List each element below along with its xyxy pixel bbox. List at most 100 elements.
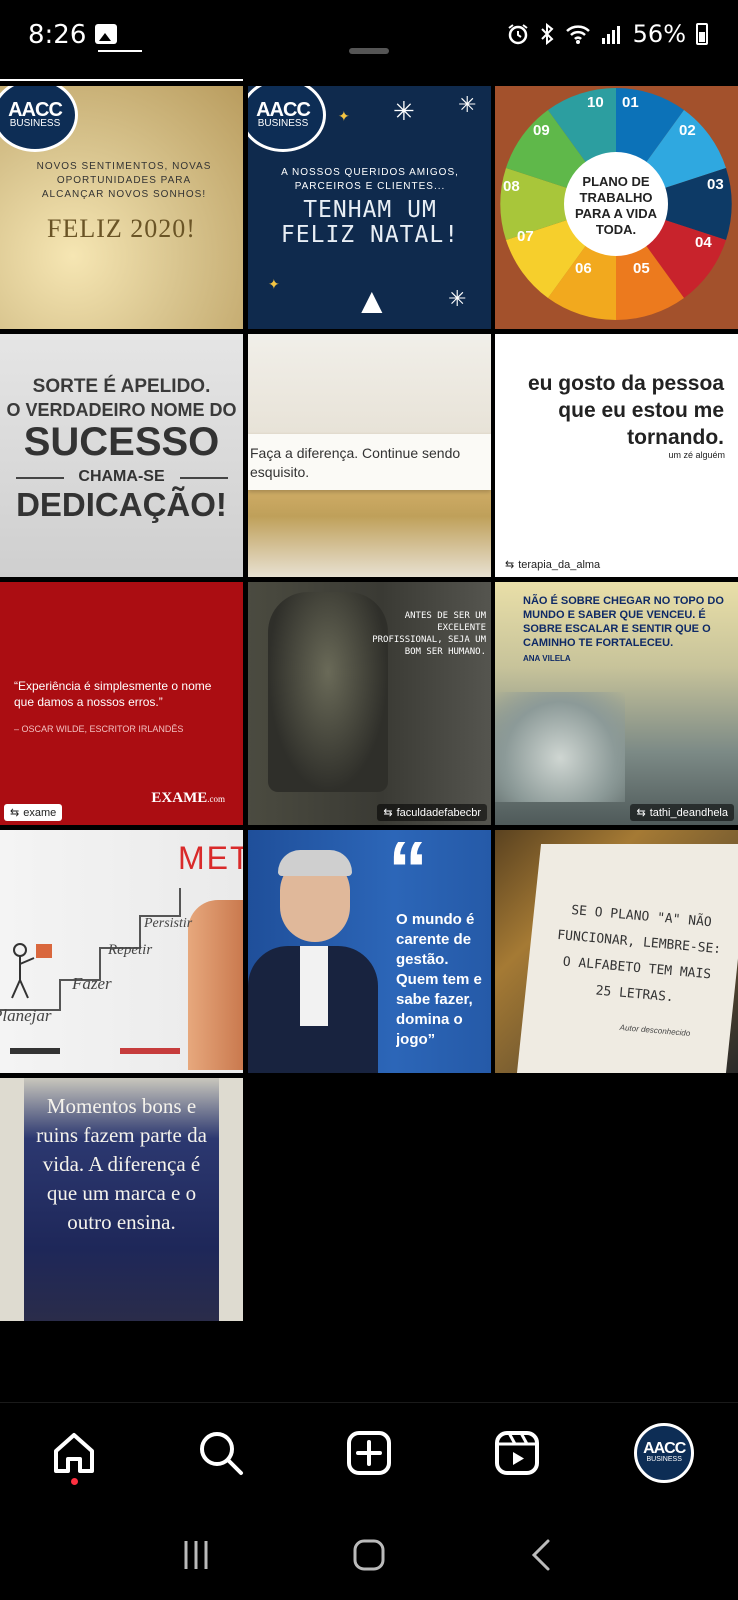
status-time: 8:26: [28, 20, 87, 50]
bluetooth-icon: [540, 23, 554, 45]
reels-icon: [494, 1430, 539, 1475]
post-line: O VERDADEIRO NOME DO: [6, 400, 237, 420]
posts-tab-indicator: [0, 79, 243, 81]
post-se-o-plano-a[interactable]: SE O PLANO "A" NÃO FUNCIONAR, LEMBRE-SE:…: [495, 830, 738, 1073]
recent-apps-icon[interactable]: [178, 1537, 214, 1573]
post-eu-gosto-da-pessoa[interactable]: eu gosto da pessoa que eu estou me torna…: [495, 334, 738, 577]
search-icon: [200, 1431, 244, 1475]
hand-photo: [188, 900, 243, 1070]
brand-logo: EXAME.com: [151, 790, 225, 806]
divider: [180, 477, 228, 479]
step-label: Fazer: [72, 974, 112, 993]
status-bar: 8:26 56%: [0, 0, 738, 72]
wheel-number: 03: [707, 176, 724, 193]
battery-percent: 56%: [632, 20, 686, 48]
post-text: Momentos bons e ruins fazem parte da vid…: [36, 1094, 207, 1234]
repost-tag: ⇆ terapia_da_alma: [499, 556, 607, 573]
sneaker-photo: [495, 692, 625, 802]
post-headline: TENHAM UM FELIZ NATAL!: [280, 197, 460, 248]
post-line: DEDICAÇÃO!: [16, 486, 227, 523]
step-label: Repetir: [108, 942, 153, 958]
post-sorte-e-apelido[interactable]: SORTE É APELIDO. O VERDADEIRO NOME DO SU…: [0, 334, 243, 577]
repost-icon: ⇆: [505, 559, 515, 571]
wifi-icon: [565, 25, 590, 44]
post-o-mundo-e-carente[interactable]: “ O mundo é carente de gestão. Quem tem …: [248, 830, 491, 1073]
nav-reels[interactable]: [487, 1423, 547, 1483]
star-icon: ✦: [338, 108, 350, 124]
post-experiencia[interactable]: “Experiência é simplesmente o nome que d…: [0, 582, 243, 825]
alarm-icon: [508, 24, 528, 45]
post-meta-stairs[interactable]: MET Planejar Fazer Repetir Persistir: [0, 830, 243, 1073]
post-plano-de-trabalho[interactable]: PLANO DE TRABALHO PARA A VIDA TODA. 01 0…: [495, 86, 738, 329]
nav-search[interactable]: [191, 1423, 251, 1483]
post-signature: um zé alguém: [668, 450, 725, 460]
wheel-number: 10: [587, 94, 604, 111]
christmas-tree-icon: ▲: [354, 280, 390, 321]
wheel-number: 01: [622, 94, 639, 111]
post-text: A NOSSOS QUERIDOS AMIGOS, PARCEIROS E CL…: [281, 167, 459, 192]
wheel-number: 04: [695, 234, 712, 251]
post-antes-de-ser[interactable]: ANTES DE SER UM EXCELENTE PROFISSIONAL, …: [248, 582, 491, 825]
wheel-number: 06: [575, 260, 592, 277]
post-feliz-natal[interactable]: AACC BUSINESS ✳ ✳ ✦ A NOSSOS QUERIDOS AM…: [248, 86, 491, 329]
post-text: Faça a diferença. Continue sendo esquisi…: [250, 445, 461, 480]
wheel-number: 07: [517, 228, 534, 245]
nav-profile[interactable]: AACC BUSINESS: [634, 1422, 695, 1483]
system-nav: [0, 1510, 738, 1600]
status-indicator-line: [98, 50, 142, 52]
side-border-left: [0, 1078, 24, 1321]
post-text: SE O PLANO "A" NÃO FUNCIONAR, LEMBRE-SE:…: [556, 903, 722, 1006]
wheel-number: 05: [633, 260, 650, 277]
repost-tag: ⇆ tathi_deandhela: [630, 804, 734, 821]
post-faca-a-diferenca[interactable]: Faça a diferença. Continue sendo esquisi…: [248, 334, 491, 577]
repost-icon: ⇆: [636, 807, 646, 819]
drag-handle: [349, 48, 389, 54]
notification-dot: [70, 1477, 78, 1485]
battery-icon: [696, 23, 708, 45]
star-icon: ✳: [393, 96, 415, 126]
step-label: Planejar: [0, 1006, 52, 1025]
gallery-icon: [95, 24, 117, 44]
wheel-center-text: PLANO DE TRABALHO PARA A VIDA TODA.: [574, 174, 658, 237]
aacc-logo: AACC BUSINESS: [0, 86, 78, 152]
post-author: ANA VILELA: [523, 654, 571, 663]
post-author: – OSCAR WILDE, ESCRITOR IRLANDÊS: [14, 724, 184, 734]
nav-home[interactable]: [44, 1423, 104, 1485]
step-label: Persistir: [144, 916, 193, 931]
aacc-logo: AACC BUSINESS: [248, 86, 326, 152]
back-icon[interactable]: [524, 1537, 560, 1573]
post-momentos[interactable]: Momentos bons e ruins fazem parte da vid…: [0, 1078, 243, 1321]
signal-icon: [601, 26, 620, 44]
nav-create[interactable]: [339, 1423, 399, 1483]
portrait-photo: [248, 850, 378, 1073]
post-text: ANTES DE SER UM EXCELENTE PROFISSIONAL, …: [372, 611, 486, 657]
quote-mark: “: [388, 830, 428, 914]
home-icon: [53, 1432, 94, 1473]
post-feliz-2020[interactable]: AACC BUSINESS NOVOS SENTIMENTOS, NOVAS O…: [0, 86, 243, 329]
profile-avatar: AACC BUSINESS: [634, 1422, 695, 1483]
star-icon: ✳: [458, 92, 477, 117]
post-line: SORTE É APELIDO.: [32, 376, 211, 397]
repost-icon: ⇆: [10, 807, 20, 819]
wheel-number: 09: [533, 122, 550, 139]
post-text: NOVOS SENTIMENTOS, NOVAS OPORTUNIDADES P…: [36, 161, 212, 200]
repost-tag: ⇆ exame: [4, 804, 63, 821]
star-icon: ✦: [268, 276, 280, 292]
status-icons: 56%: [507, 20, 708, 48]
post-text: O mundo é carente de gestão. Quem tem e …: [396, 911, 482, 1048]
star-icon: ✳: [448, 286, 467, 311]
post-text: NÃO É SOBRE CHEGAR NO TOPO DO MUNDO E SA…: [523, 595, 724, 649]
post-text: eu gosto da pessoa que eu estou me torna…: [527, 372, 724, 449]
wheel-number: 02: [679, 122, 696, 139]
create-icon: [346, 1430, 391, 1475]
bottom-nav: AACC BUSINESS: [0, 1402, 738, 1502]
post-quote: “Experiência é simplesmente o nome que d…: [14, 679, 212, 709]
repost-tag: ⇆ faculdadefabecbr: [377, 804, 487, 821]
wheel-number: 08: [503, 178, 520, 195]
side-border-right: [219, 1078, 243, 1321]
repost-icon: ⇆: [383, 807, 393, 819]
home-button-icon[interactable]: [351, 1537, 387, 1573]
post-headline: FELIZ 2020!: [47, 214, 196, 243]
post-line: SUCESSO: [23, 420, 220, 464]
post-nao-e-sobre-chegar[interactable]: NÃO É SOBRE CHEGAR NO TOPO DO MUNDO E SA…: [495, 582, 738, 825]
